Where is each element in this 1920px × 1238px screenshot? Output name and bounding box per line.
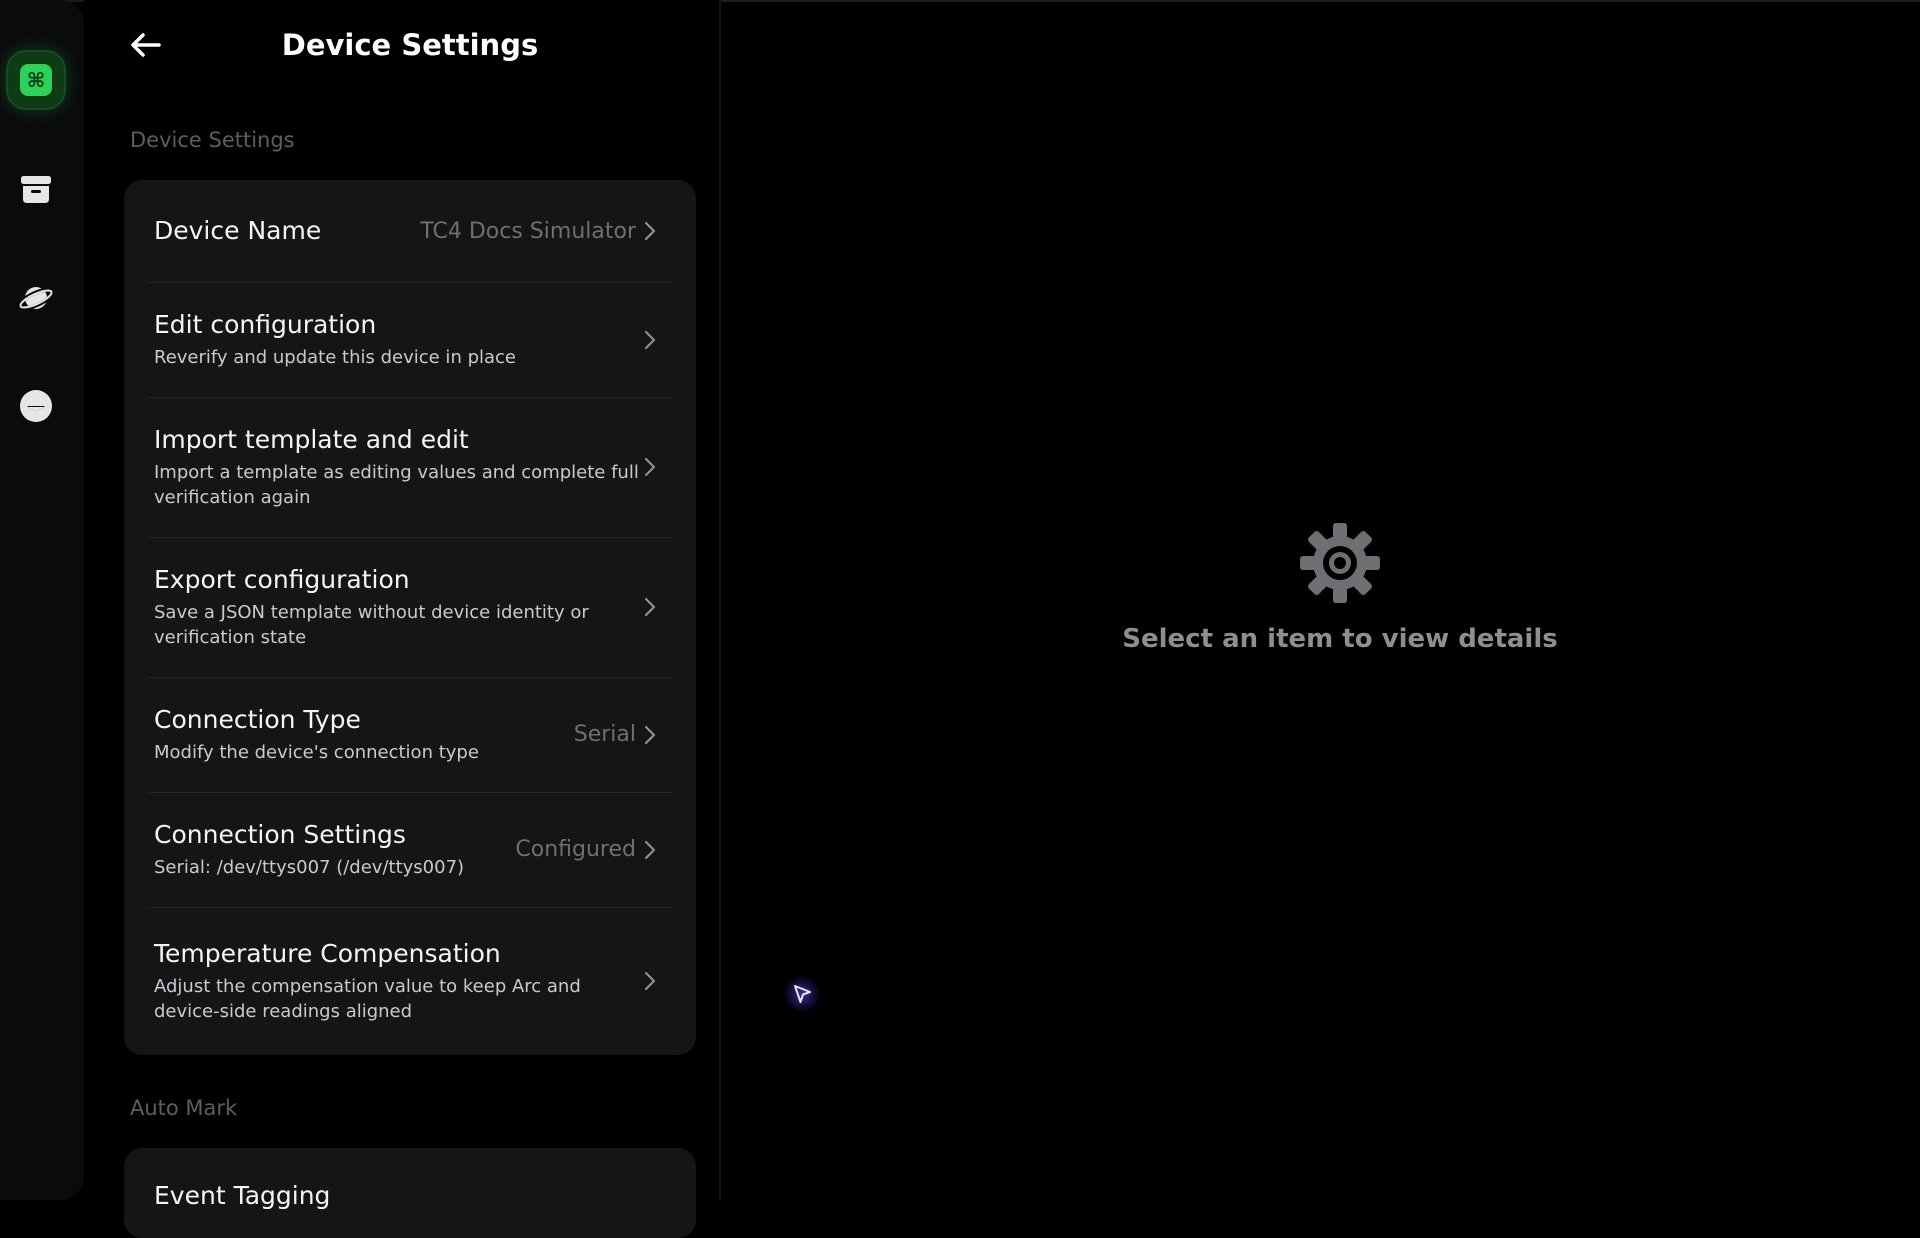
settings-row-device-name[interactable]: Device Name TC4 Docs Simulator xyxy=(124,180,696,282)
settings-panel: Device Settings Device Settings Device N… xyxy=(84,0,720,1238)
settings-row-import-template[interactable]: Import template and edit Import a templa… xyxy=(124,397,696,537)
rail-item-archive[interactable] xyxy=(8,161,64,217)
row-subtitle: Save a JSON template without device iden… xyxy=(154,602,589,648)
row-value: Configured xyxy=(515,837,636,862)
row-subtitle: Serial: /dev/ttys007 (/dev/ttys007) xyxy=(154,857,465,878)
settings-row-export-configuration[interactable]: Export configuration Save a JSON templat… xyxy=(124,537,696,677)
chevron-right-icon xyxy=(644,457,656,477)
rail-item-profile[interactable] xyxy=(8,378,64,434)
empty-state-text: Select an item to view details xyxy=(1122,624,1558,654)
rail-item-app[interactable]: ⌘ xyxy=(8,52,64,108)
row-title: Connection Settings xyxy=(154,820,406,849)
row-subtitle: Adjust the compensation value to keep Ar… xyxy=(154,976,581,1022)
chevron-right-icon xyxy=(644,597,656,617)
chevron-right-icon xyxy=(644,840,656,860)
chevron-right-icon xyxy=(644,330,656,350)
settings-row-event-tagging[interactable]: Event Tagging xyxy=(124,1148,696,1238)
settings-row-edit-configuration[interactable]: Edit configuration Reverify and update t… xyxy=(124,282,696,397)
row-title: Import template and edit xyxy=(154,425,469,454)
smiley-icon xyxy=(20,390,52,422)
gear-icon xyxy=(1300,523,1380,603)
row-title: Export configuration xyxy=(154,565,410,594)
chevron-right-icon xyxy=(644,971,656,991)
device-settings-card: Device Name TC4 Docs Simulator Edit conf… xyxy=(124,180,696,1055)
row-title: Temperature Compensation xyxy=(154,939,501,968)
panel-divider xyxy=(719,0,721,1200)
chevron-right-icon xyxy=(644,725,656,745)
row-title: Connection Type xyxy=(154,705,361,734)
page-title: Device Settings xyxy=(281,28,539,62)
back-button[interactable] xyxy=(122,24,168,66)
row-value: Serial xyxy=(573,722,636,747)
settings-row-connection-type[interactable]: Connection Type Modify the device's conn… xyxy=(124,677,696,792)
detail-empty-state: Select an item to view details xyxy=(1090,520,1590,654)
row-value: TC4 Docs Simulator xyxy=(420,218,636,244)
row-title: Edit configuration xyxy=(154,310,377,339)
chevron-right-icon xyxy=(644,221,656,241)
rail-item-explore[interactable] xyxy=(8,270,64,326)
row-subtitle: Modify the device's connection type xyxy=(154,742,479,763)
pointer-cursor-icon xyxy=(784,976,820,1012)
planet-icon xyxy=(17,287,55,311)
nav-rail: ⌘ xyxy=(0,0,84,1200)
arrow-left-icon xyxy=(131,33,161,57)
row-title: Device Name xyxy=(154,216,322,245)
row-title: Event Tagging xyxy=(154,1181,331,1210)
row-subtitle: Import a template as editing values and … xyxy=(154,462,639,508)
archive-icon xyxy=(21,176,51,203)
row-subtitle: Reverify and update this device in place xyxy=(154,347,516,368)
command-app-icon: ⌘ xyxy=(20,64,52,96)
auto-mark-card: Event Tagging xyxy=(124,1148,696,1238)
section-label-auto-mark: Auto Mark xyxy=(130,1096,238,1120)
settings-row-temperature-compensation[interactable]: Temperature Compensation Adjust the comp… xyxy=(124,907,696,1055)
settings-row-connection-settings[interactable]: Connection Settings Serial: /dev/ttys007… xyxy=(124,792,696,907)
section-label-device-settings: Device Settings xyxy=(130,128,295,152)
